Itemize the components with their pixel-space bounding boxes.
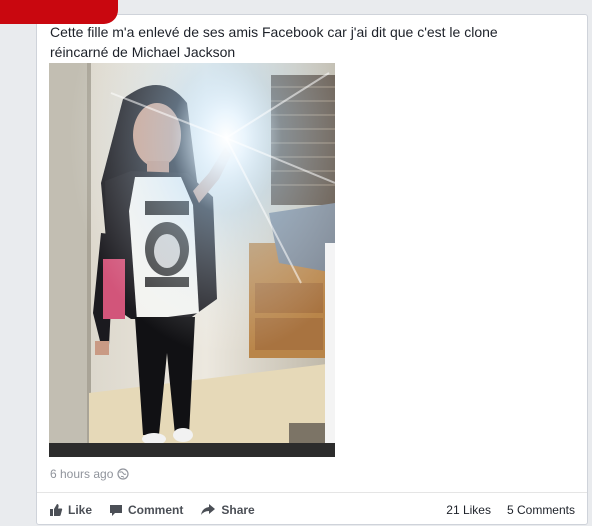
share-label: Share [221,502,255,517]
like-button[interactable]: Like [49,503,92,517]
post-timestamp[interactable]: 6 hours ago [50,467,113,481]
comment-icon [109,503,123,517]
post-counts: 21 Likes 5 Comments [446,503,575,517]
likes-count[interactable]: 21 Likes [446,503,491,517]
post-text-line-2: réincarné de Michael Jackson [50,44,236,60]
comment-button[interactable]: Comment [109,503,183,517]
share-button[interactable]: Share [200,502,255,517]
like-label: Like [68,502,93,517]
post-text: Cette fille m'a enlevé de ses amis Faceb… [50,22,560,62]
comment-label: Comment [128,502,184,517]
share-arrow-icon [200,503,216,517]
mirror-selfie-image [49,63,335,457]
post-photo[interactable] [49,63,335,457]
header-red-tab [0,0,118,24]
comments-count[interactable]: 5 Comments [507,503,575,517]
post-text-line-1: Cette fille m'a enlevé de ses amis Faceb… [50,24,498,40]
globe-icon[interactable] [117,468,129,480]
post-meta: 6 hours ago [50,467,129,481]
post-card: Cette fille m'a enlevé de ses amis Faceb… [36,14,588,525]
thumbs-up-icon [49,503,63,517]
post-actions-bar: Like Comment Share 21 Likes 5 Comments [37,492,587,526]
